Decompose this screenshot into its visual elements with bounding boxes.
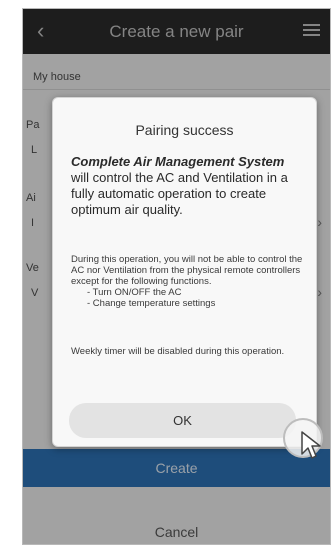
lead-description: will control the AC and Ventilation in a… xyxy=(71,170,288,217)
timer-note: Weekly timer will be disabled during thi… xyxy=(71,346,285,357)
pointer-cursor-icon xyxy=(301,431,321,459)
dialog-note: During this operation, you will not be a… xyxy=(71,254,304,309)
note-item: - Turn ON/OFF the AC xyxy=(87,287,182,298)
ok-button[interactable]: OK xyxy=(69,403,296,438)
dialog-lead-text: Complete Air Management System will cont… xyxy=(71,154,302,218)
pairing-success-dialog: Pairing success Complete Air Management … xyxy=(52,97,317,447)
system-name: Complete Air Management System xyxy=(71,154,285,169)
note-text: During this operation, you will not be a… xyxy=(71,254,303,287)
dialog-title: Pairing success xyxy=(135,122,234,138)
note-item: - Change temperature settings xyxy=(87,298,216,309)
